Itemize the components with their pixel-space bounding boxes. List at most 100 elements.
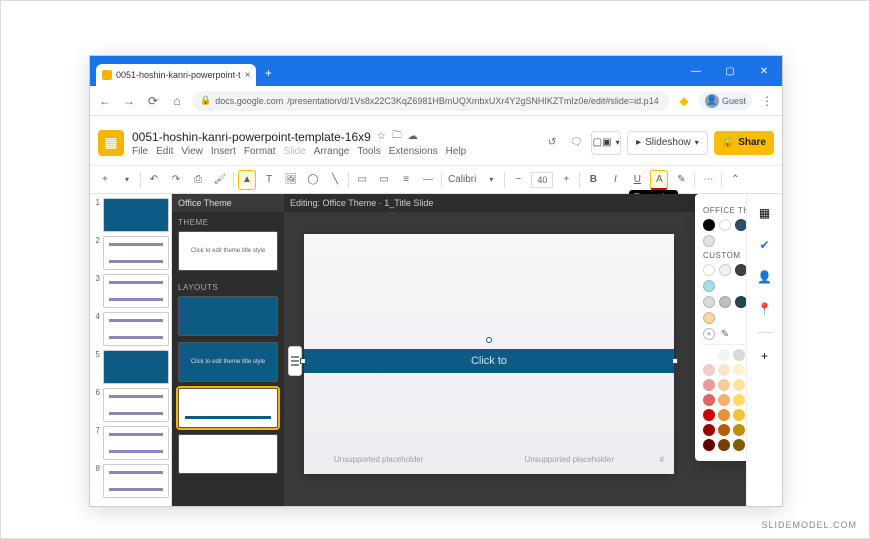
undo-button[interactable]: ↶ (145, 170, 163, 190)
menu-tools[interactable]: Tools (357, 146, 380, 157)
slide-thumbnail[interactable] (103, 464, 169, 498)
slide-thumbnail[interactable] (103, 350, 169, 384)
extension-icon[interactable]: ◆ (675, 92, 693, 110)
color-swatch[interactable] (703, 235, 715, 247)
color-swatch[interactable] (718, 379, 730, 391)
color-swatch[interactable] (733, 439, 745, 451)
text-color-button[interactable]: A (650, 170, 668, 190)
color-swatch[interactable] (733, 394, 745, 406)
color-swatch[interactable] (718, 394, 730, 406)
slide-canvas[interactable]: Click to Unsupported placeholder Unsuppo… (304, 234, 674, 474)
profile-chip[interactable]: 👤 Guest (699, 92, 752, 110)
layout-thumb[interactable] (178, 434, 278, 474)
slide-thumbnail[interactable] (103, 236, 169, 270)
color-swatch[interactable] (703, 409, 715, 421)
color-swatch[interactable] (719, 219, 731, 231)
color-swatch[interactable] (703, 424, 715, 436)
paint-format-button[interactable]: 🖌 (211, 170, 229, 190)
color-swatch[interactable] (718, 439, 730, 451)
menu-view[interactable]: View (181, 146, 203, 157)
menu-arrange[interactable]: Arrange (314, 146, 350, 157)
menu-insert[interactable]: Insert (211, 146, 236, 157)
rotate-handle[interactable] (486, 337, 492, 343)
menu-help[interactable]: Help (446, 146, 467, 157)
slide-thumbnail[interactable] (103, 198, 169, 232)
menu-edit[interactable]: Edit (156, 146, 173, 157)
contacts-icon[interactable]: 👤 (756, 268, 774, 286)
border-dash-button[interactable]: — (419, 170, 437, 190)
color-swatch[interactable] (735, 264, 746, 276)
menu-extensions[interactable]: Extensions (389, 146, 438, 157)
new-tab-button[interactable]: + (260, 65, 276, 81)
browser-tab[interactable]: 0051-hoshin-kanri-powerpoint-t × (96, 64, 256, 86)
line-tool[interactable]: ╲ (326, 170, 344, 190)
font-size-decrease[interactable]: − (509, 170, 527, 190)
select-tool[interactable]: ▲ (238, 170, 256, 190)
chevron-down-icon[interactable]: ▾ (118, 170, 136, 190)
thumb-row[interactable]: 5 (92, 350, 169, 384)
meet-button[interactable]: ▢▣▾ (591, 131, 621, 155)
thumb-row[interactable]: 7 (92, 426, 169, 460)
layout-thumb[interactable] (178, 296, 278, 336)
nav-reload-button[interactable]: ⟳ (144, 92, 162, 110)
color-swatch[interactable] (718, 424, 730, 436)
redo-button[interactable]: ↷ (167, 170, 185, 190)
tasks-icon[interactable]: ✔ (756, 236, 774, 254)
window-minimize-button[interactable]: — (682, 59, 710, 83)
nav-forward-button[interactable]: → (120, 92, 138, 110)
thumb-row[interactable]: 1 (92, 198, 169, 232)
color-swatch[interactable] (703, 379, 715, 391)
cloud-icon[interactable]: ☁ (408, 131, 418, 142)
italic-button[interactable]: I (606, 170, 624, 190)
slide-thumbnail[interactable] (103, 312, 169, 346)
menu-file[interactable]: File (132, 146, 148, 157)
menu-format[interactable]: Format (244, 146, 276, 157)
shape-tool[interactable]: ◯ (304, 170, 322, 190)
browser-menu-button[interactable]: ⋮ (758, 92, 776, 110)
thumb-row[interactable]: 8 (92, 464, 169, 498)
doc-title[interactable]: 0051-hoshin-kanri-powerpoint-template-16… (132, 130, 371, 144)
color-swatch[interactable] (703, 296, 715, 308)
font-size-increase[interactable]: + (557, 170, 575, 190)
font-size-input[interactable]: 40 (531, 172, 553, 188)
slideshow-button[interactable]: ▸ Slideshow ▾ (627, 131, 708, 155)
nav-back-button[interactable]: ← (96, 92, 114, 110)
textbox-tool[interactable]: T (260, 170, 278, 190)
color-swatch[interactable] (703, 264, 715, 276)
more-button[interactable]: ⋯ (699, 170, 717, 190)
color-swatch[interactable] (735, 219, 746, 231)
color-swatch[interactable] (719, 264, 731, 276)
new-slide-button[interactable]: + (96, 170, 114, 190)
border-color-button[interactable]: ▭ (375, 170, 393, 190)
thumb-row[interactable]: 2 (92, 236, 169, 270)
add-custom-color-button[interactable]: + (703, 328, 715, 340)
history-icon[interactable]: ↺ (543, 133, 561, 153)
color-swatch[interactable] (718, 364, 730, 376)
color-swatch[interactable] (718, 409, 730, 421)
slide-thumbnail[interactable] (103, 388, 169, 422)
color-swatch[interactable] (703, 439, 715, 451)
color-swatch[interactable] (718, 349, 730, 361)
eyedropper-button[interactable]: ✎ (719, 328, 731, 340)
share-button[interactable]: 🔒 Share (714, 131, 774, 155)
color-swatch[interactable] (703, 349, 715, 361)
color-swatch[interactable] (733, 364, 745, 376)
fill-color-button[interactable]: ▭ (353, 170, 371, 190)
slide-thumbnails[interactable]: 1 2 3 4 5 6 7 8 (90, 194, 172, 506)
color-swatch[interactable] (703, 394, 715, 406)
layout-thumb[interactable]: Click to edit theme title style (178, 342, 278, 382)
color-swatch[interactable] (703, 280, 715, 292)
comments-icon[interactable]: 🗨 (567, 133, 585, 153)
color-swatch[interactable] (703, 312, 715, 324)
color-swatch[interactable] (703, 219, 715, 231)
color-swatch[interactable] (703, 364, 715, 376)
font-family-select[interactable]: Calibri (446, 174, 478, 185)
keep-icon[interactable]: ▦ (756, 204, 774, 222)
resize-handle-left[interactable] (300, 358, 306, 364)
print-button[interactable]: ⎙ (189, 170, 207, 190)
tab-close-icon[interactable]: × (245, 70, 251, 81)
border-weight-button[interactable]: ≡ (397, 170, 415, 190)
window-maximize-button[interactable]: ▢ (716, 59, 744, 83)
color-swatch[interactable] (733, 349, 745, 361)
move-icon[interactable]: 🗀 (392, 128, 402, 145)
